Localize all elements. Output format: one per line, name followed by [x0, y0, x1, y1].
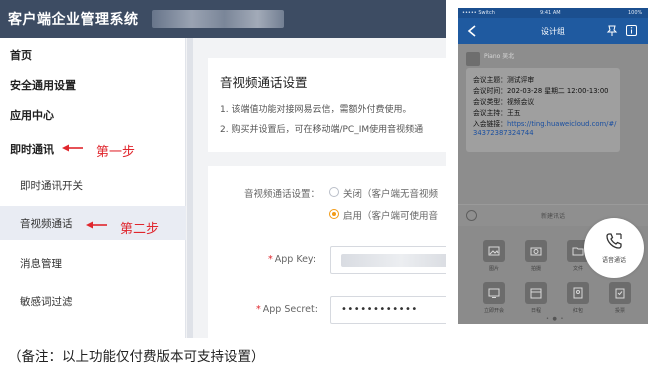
- step2-arrow-icon: [86, 221, 107, 229]
- meeting-link-row: 入会链接：https://ting.huaweicloud.com/#/: [473, 120, 617, 128]
- radio-off-label: 关闭（客户端无音视频: [343, 189, 439, 200]
- info-line-1: 1. 该端值功能对接网易云信，需额外付费使用。: [220, 105, 412, 115]
- phone-status-bar: ••••• Switch 9:41 AM 100%: [458, 8, 648, 18]
- admin-header: 客户端企业管理系统: [0, 0, 446, 38]
- sidebar-item-security-settings[interactable]: 安全通用设置: [0, 68, 186, 102]
- voice-call-label: 语音通话: [601, 257, 626, 264]
- sidebar: 首页 安全通用设置 应用中心 即时通讯 即时通讯开关 音视频通话 消息管理 敏感…: [0, 38, 186, 338]
- info-line-2: 2. 购买并设置后，可在移动端/PC_IM使用音视频通: [220, 125, 424, 135]
- tray-item-camera[interactable]: 拍摄: [520, 240, 552, 276]
- av-settings-info-card: 音视频通话设置 1. 该端值功能对接网易云信，需额外付费使用。 2. 购买并设置…: [208, 58, 446, 152]
- envelope-icon: [567, 282, 589, 304]
- sidebar-item-im-switch[interactable]: 即时通讯开关: [0, 168, 186, 202]
- radio-on-label: 启用（客户端可使用音: [343, 211, 439, 222]
- appsecret-input[interactable]: ••••••••••••: [330, 296, 446, 324]
- meeting-icon: [483, 282, 505, 304]
- sidebar-item-sensitive-words[interactable]: 敏感词过滤: [0, 284, 186, 318]
- tray-item-image[interactable]: 图片: [478, 240, 510, 276]
- tray-item-vote[interactable]: 投票: [604, 282, 636, 318]
- sidebar-scrollbar[interactable]: [187, 38, 193, 338]
- step2-annotation: 第二步: [120, 222, 160, 237]
- sidebar-item-home[interactable]: 首页: [0, 38, 186, 72]
- meeting-type: 会议类型：视频会议: [473, 98, 535, 106]
- sidebar-item-message-management[interactable]: 消息管理: [0, 246, 186, 280]
- app-title: 客户端企业管理系统: [8, 12, 139, 28]
- chat-message-area: Piano 吴北 会议主题：测试评审 会议时间：202-03-28 星期二 12…: [458, 44, 648, 204]
- pin-icon[interactable]: [606, 25, 618, 37]
- meeting-topic: 会议主题：测试评审: [473, 76, 535, 84]
- calendar-icon: [525, 282, 547, 304]
- appsecret-label: * App Secret:: [256, 304, 318, 315]
- meeting-link-cont[interactable]: 34372387324744: [473, 129, 534, 137]
- page-indicator: • ● •: [546, 316, 565, 322]
- carrier-text: ••••• Switch: [462, 10, 495, 16]
- battery-text: 100%: [628, 10, 643, 16]
- status-time: 9:41 AM: [540, 10, 561, 16]
- meeting-time: 会议时间：202-03-28 星期二 12:00-13:00: [473, 87, 609, 95]
- phone-nav-bar: 设计组: [458, 18, 648, 44]
- footnote: （备注：以上功能仅付费版本可支持设置）: [8, 349, 265, 365]
- meeting-link[interactable]: https://ting.huaweicloud.com/#/: [507, 120, 616, 128]
- appsecret-masked-value: ••••••••••••: [341, 304, 418, 315]
- tray-item-calendar[interactable]: 日程: [520, 282, 552, 318]
- av-toggle-label: 音视频通话设置：: [244, 189, 321, 200]
- chat-title: 设计组: [541, 27, 565, 36]
- camera-icon: [525, 240, 547, 262]
- tray-item-red-envelope[interactable]: 红包: [562, 282, 594, 318]
- step1-annotation: 第一步: [96, 145, 136, 160]
- meeting-host: 会议主持：王五: [473, 109, 521, 117]
- blurred-appkey-value: [341, 254, 446, 267]
- step1-arrow-icon: [62, 144, 83, 152]
- section-title: 音视频通话设置: [220, 75, 308, 90]
- blurred-company-name: [152, 10, 284, 28]
- sender-name: Piano 吴北: [484, 53, 515, 60]
- phone-call-icon: [606, 233, 622, 249]
- sidebar-item-app-center[interactable]: 应用中心: [0, 98, 186, 132]
- sidebar-item-instant-messaging[interactable]: 即时通讯: [0, 132, 186, 166]
- meeting-link-row-2: 34372387324744: [473, 129, 534, 137]
- av-settings-form: 音视频通话设置： 关闭（客户端无音视频 启用（客户端可使用音 * App Key:…: [208, 166, 446, 338]
- radio-off[interactable]: [329, 187, 339, 197]
- image-icon: [483, 240, 505, 262]
- radio-on[interactable]: [329, 209, 339, 219]
- appkey-label: * App Key:: [268, 254, 317, 265]
- vote-icon: [609, 282, 631, 304]
- info-icon[interactable]: [626, 25, 637, 36]
- tray-item-meeting[interactable]: 立即开会: [478, 282, 510, 318]
- avatar: [466, 52, 480, 66]
- meeting-message-bubble[interactable]: 会议主题：测试评审 会议时间：202-03-28 星期二 12:00-13:00…: [466, 68, 620, 152]
- voice-call-button[interactable]: 语音通话: [584, 218, 644, 278]
- appkey-input[interactable]: [330, 246, 446, 274]
- admin-console-screenshot: 客户端企业管理系统 首页 安全通用设置 应用中心 即时通讯 即时通讯开关 音视频…: [0, 0, 446, 338]
